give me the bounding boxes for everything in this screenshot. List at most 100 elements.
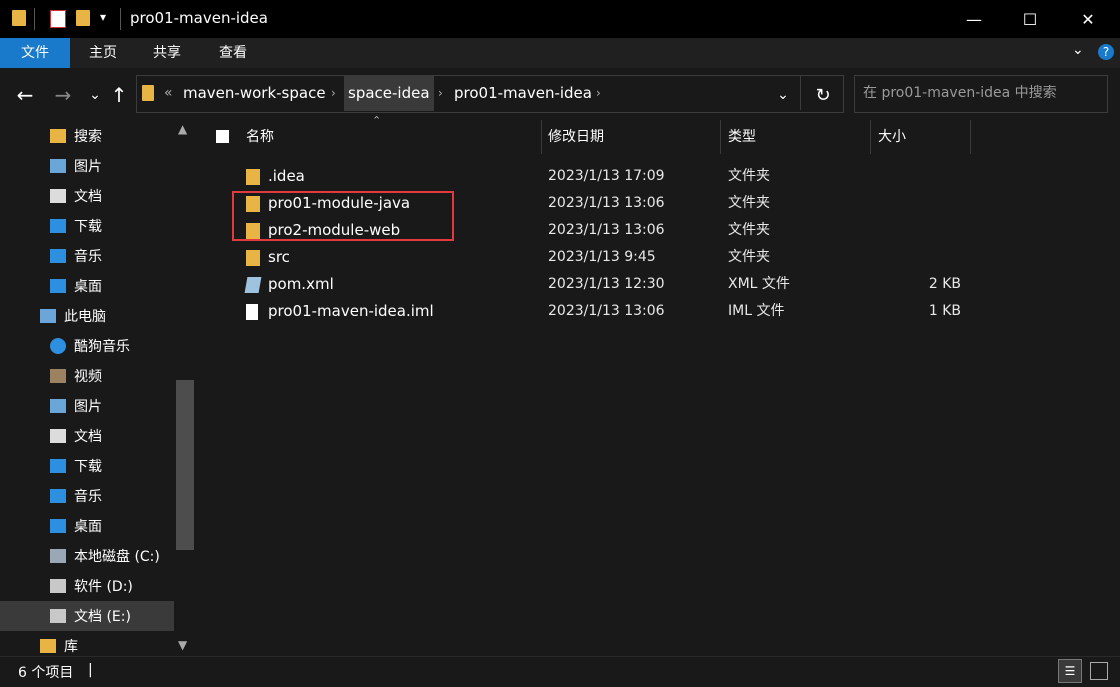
- videos-icon: [50, 369, 66, 383]
- scroll-up-icon[interactable]: ▲: [178, 122, 187, 136]
- sidebar-item[interactable]: 下载: [0, 211, 174, 241]
- search-box[interactable]: [854, 75, 1108, 113]
- sidebar-item[interactable]: 图片: [0, 151, 174, 181]
- help-icon[interactable]: ?: [1098, 44, 1114, 60]
- refresh-button[interactable]: ↻: [810, 78, 836, 112]
- scrollbar-thumb[interactable]: [176, 380, 194, 550]
- breadcrumb-pro01-maven-idea[interactable]: pro01-maven-idea: [450, 75, 596, 111]
- column-divider[interactable]: [541, 120, 542, 154]
- large-icons-view-icon[interactable]: [1090, 662, 1108, 680]
- documents-icon: [50, 189, 66, 203]
- file-row[interactable]: pro01-maven-idea.iml 2023/1/13 13:06 IML 文…: [196, 298, 1120, 325]
- sidebar-item-label: 图片: [74, 159, 102, 175]
- column-header-date[interactable]: 修改日期: [548, 120, 604, 154]
- file-date: 2023/1/13 13:06: [548, 195, 665, 211]
- tab-share[interactable]: 共享: [138, 38, 196, 68]
- quick-access-dropdown-icon[interactable]: ▾: [100, 10, 106, 24]
- file-row[interactable]: .idea 2023/1/13 17:09 文件夹: [196, 163, 1120, 190]
- sidebar-item[interactable]: 图片: [0, 391, 174, 421]
- sidebar-item[interactable]: 文档 (E:): [0, 601, 174, 631]
- close-button[interactable]: ✕: [1060, 0, 1116, 38]
- kugou-icon: [50, 338, 66, 354]
- recent-locations-button[interactable]: ⌄: [82, 78, 108, 112]
- up-button[interactable]: ↑: [106, 78, 132, 112]
- sidebar-item-label: 音乐: [74, 489, 102, 505]
- properties-icon[interactable]: [50, 10, 66, 28]
- column-header-name[interactable]: 名称: [246, 120, 274, 154]
- sidebar-item-label: 音乐: [74, 249, 102, 265]
- file-row[interactable]: pom.xml 2023/1/13 12:30 XML 文件 2 KB: [196, 271, 1120, 298]
- sidebar-item-label: 本地磁盘 (C:): [74, 549, 160, 565]
- file-type: 文件夹: [728, 195, 770, 211]
- sidebar-item[interactable]: 本地磁盘 (C:): [0, 541, 174, 571]
- breadcrumb-separator-icon[interactable]: ›: [331, 75, 336, 111]
- sidebar-item[interactable]: 文档: [0, 421, 174, 451]
- sidebar-item[interactable]: 视频: [0, 361, 174, 391]
- file-name: pro01-maven-idea.iml: [268, 302, 434, 320]
- file-size: [876, 217, 961, 244]
- tab-home[interactable]: 主页: [74, 38, 132, 68]
- status-bar: [0, 656, 1120, 687]
- file-size: [876, 190, 961, 217]
- new-folder-icon[interactable]: [76, 10, 90, 26]
- this-pc-icon: [40, 309, 56, 323]
- search-input[interactable]: [855, 76, 1101, 110]
- window-title: pro01-maven-idea: [130, 9, 268, 27]
- sidebar-item[interactable]: 搜索: [0, 121, 174, 151]
- tab-view[interactable]: 查看: [204, 38, 262, 68]
- sidebar-item[interactable]: 下载: [0, 451, 174, 481]
- sidebar-item[interactable]: 文档: [0, 181, 174, 211]
- sidebar-item[interactable]: 软件 (D:): [0, 571, 174, 601]
- column-header-type[interactable]: 类型: [728, 120, 756, 154]
- sidebar-item[interactable]: 此电脑: [0, 301, 174, 331]
- library-icon: [40, 639, 56, 653]
- folder-icon: [246, 169, 260, 185]
- sidebar-item-label: 下载: [74, 219, 102, 235]
- back-button[interactable]: ←: [12, 78, 38, 112]
- sort-ascending-icon: ⌃: [372, 114, 382, 127]
- file-date: 2023/1/13 13:06: [548, 303, 665, 319]
- sidebar-item[interactable]: 音乐: [0, 481, 174, 511]
- breadcrumb-maven-work-space[interactable]: maven-work-space: [179, 75, 330, 111]
- highlight-annotation-box: [232, 191, 454, 241]
- file-size: 1 KB: [928, 303, 961, 319]
- search-folder-icon: [50, 129, 66, 143]
- sidebar-item[interactable]: 桌面: [0, 511, 174, 541]
- sidebar-item[interactable]: 音乐: [0, 241, 174, 271]
- expand-ribbon-icon[interactable]: ⌄: [1072, 42, 1084, 58]
- file-type: IML 文件: [728, 303, 785, 319]
- sidebar-item[interactable]: 桌面: [0, 271, 174, 301]
- desktop-icon: [50, 279, 66, 293]
- file-type: 文件夹: [728, 249, 770, 265]
- breadcrumb-separator-icon[interactable]: ›: [596, 75, 601, 111]
- address-dropdown-button[interactable]: ⌄: [770, 78, 796, 112]
- file-row[interactable]: src 2023/1/13 9:45 文件夹: [196, 244, 1120, 271]
- breadcrumb-space-idea[interactable]: space-idea: [344, 75, 434, 111]
- sidebar-item-label: 视频: [74, 369, 102, 385]
- sidebar-item-label: 文档 (E:): [74, 609, 131, 625]
- scroll-down-icon[interactable]: ▼: [178, 638, 187, 652]
- sidebar-item-label: 桌面: [74, 279, 102, 295]
- select-all-checkbox[interactable]: [216, 130, 229, 143]
- file-type: 文件夹: [728, 168, 770, 184]
- overflow-icon[interactable]: «: [164, 75, 173, 111]
- file-type: XML 文件: [728, 276, 790, 292]
- column-divider[interactable]: [720, 120, 721, 154]
- file-date: 2023/1/13 12:30: [548, 276, 665, 292]
- file-date: 2023/1/13 17:09: [548, 168, 665, 184]
- forward-button[interactable]: →: [50, 78, 76, 112]
- column-header-size[interactable]: 大小: [878, 120, 906, 154]
- file-name: src: [268, 248, 290, 266]
- sidebar-item[interactable]: 酷狗音乐: [0, 331, 174, 361]
- sidebar-item-label: 库: [64, 639, 78, 655]
- breadcrumb-separator-icon[interactable]: ›: [438, 75, 443, 111]
- column-divider[interactable]: [870, 120, 871, 154]
- pictures-icon: [50, 159, 66, 173]
- file-size: [876, 244, 961, 271]
- column-divider[interactable]: [970, 120, 971, 154]
- maximize-button[interactable]: ☐: [1002, 0, 1058, 38]
- music-icon: [50, 249, 66, 263]
- details-view-icon[interactable]: ☰: [1058, 659, 1082, 683]
- minimize-button[interactable]: —: [946, 0, 1002, 38]
- tab-file[interactable]: 文件: [0, 38, 70, 68]
